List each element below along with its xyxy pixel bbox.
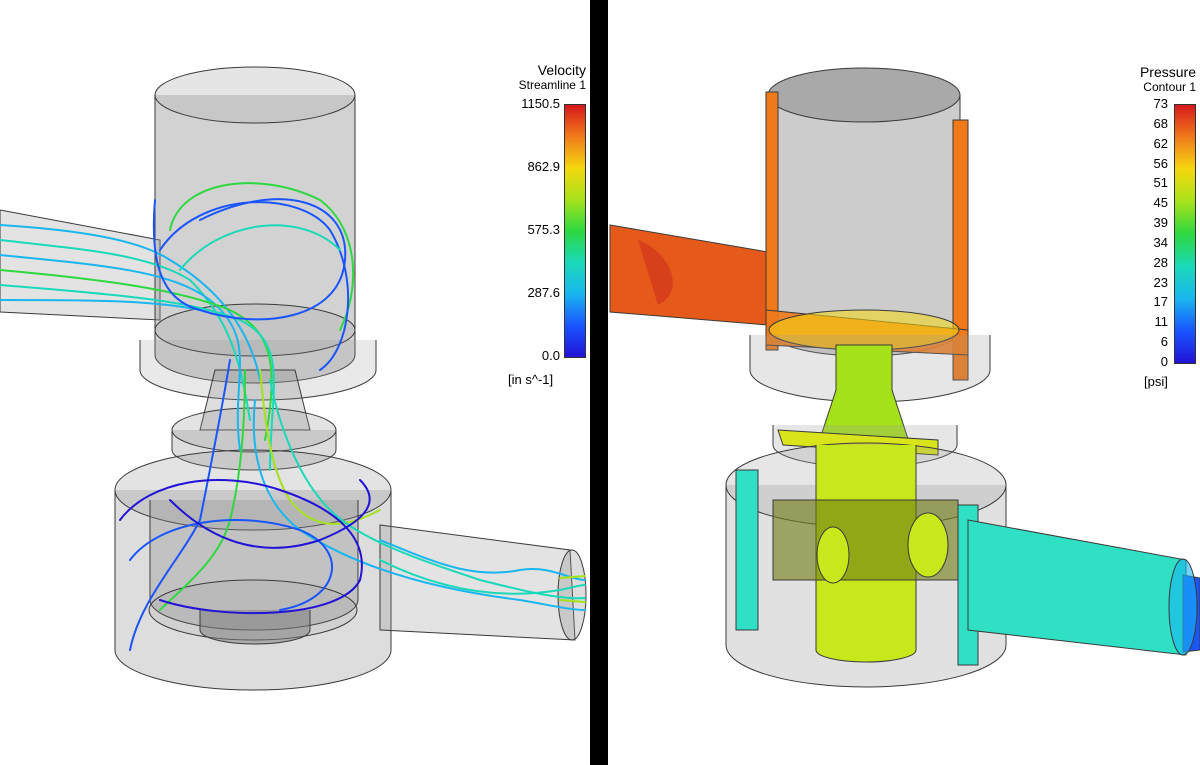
pressure-tick-label: 68 — [1153, 115, 1168, 131]
panel-divider — [590, 0, 608, 765]
pressure-tick-label: 11 — [1154, 314, 1169, 330]
cfd-comparison-view: Velocity Streamline 1 1150.5 862.9 575.3 28… — [0, 0, 1200, 765]
pressure-tick-label: 0 — [1160, 354, 1168, 369]
pressure-tick-label: 45 — [1153, 195, 1168, 211]
velocity-colorbar — [564, 104, 586, 358]
pressure-tick-label: 62 — [1153, 135, 1168, 151]
pressure-tick-label: 39 — [1153, 215, 1168, 231]
velocity-unit-label: [in s^-1] — [508, 372, 554, 387]
velocity-legend-title: Velocity — [537, 62, 586, 78]
velocity-tick-label: 862.9 — [527, 159, 560, 174]
velocity-legend: Velocity Streamline 1 1150.5 862.9 575.3 28… — [480, 62, 586, 392]
pressure-tick-label: 34 — [1153, 234, 1168, 250]
pressure-tick-label: 6 — [1160, 334, 1168, 350]
pressure-unit-label: [psi] — [1144, 374, 1168, 389]
velocity-streamline-panel: Velocity Streamline 1 1150.5 862.9 575.3 28… — [0, 0, 590, 765]
pressure-tick-label: 28 — [1153, 254, 1168, 270]
pressure-colorbar — [1174, 104, 1196, 364]
pressure-tick-label: 56 — [1153, 155, 1168, 171]
pressure-legend: Pressure Contour 1 73 68 62 56 51 45 39 34 28 23 1… — [1088, 64, 1196, 394]
velocity-tick-label: 287.6 — [527, 285, 560, 300]
pressure-tick-label: 51 — [1153, 175, 1168, 191]
pressure-tick-label: 23 — [1153, 274, 1168, 290]
velocity-tick-label: 1150.5 — [521, 96, 560, 111]
velocity-tick-label: 575.3 — [527, 222, 560, 237]
pressure-legend-subtitle: Contour 1 — [1143, 80, 1196, 94]
pressure-tick-label: 73 — [1153, 96, 1168, 111]
pressure-legend-title: Pressure — [1139, 64, 1196, 80]
pressure-contour-panel: Pressure Contour 1 73 68 62 56 51 45 39 34 28 23 1… — [608, 0, 1200, 765]
velocity-tick-label: 0.0 — [541, 348, 560, 363]
pressure-tick-label: 17 — [1153, 294, 1168, 310]
velocity-legend-subtitle: Streamline 1 — [518, 78, 586, 92]
